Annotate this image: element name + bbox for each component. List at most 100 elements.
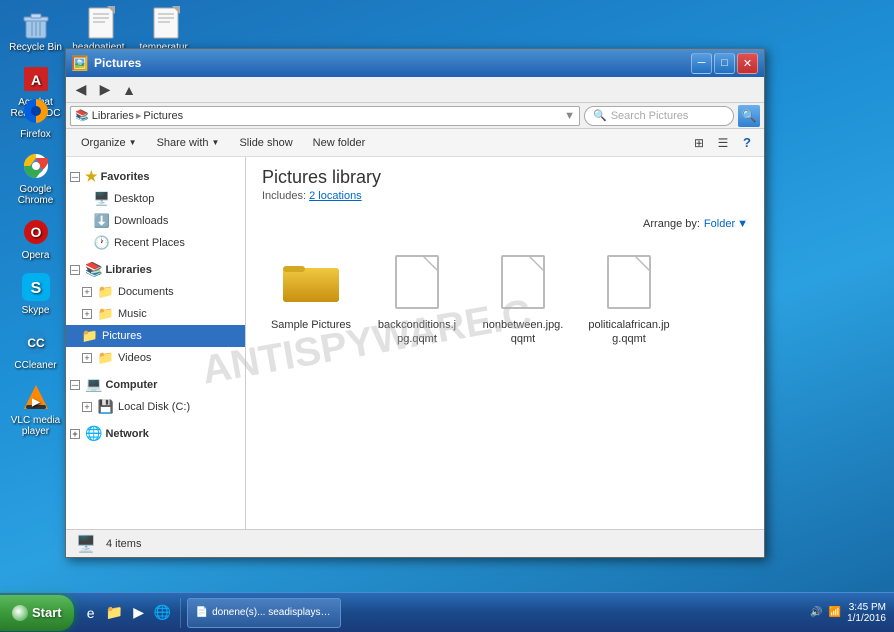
videos-item-label: Videos [118, 352, 151, 364]
navigation-toolbar: ◀ ▶ ▲ [66, 77, 764, 103]
minimize-button[interactable]: ─ [691, 53, 712, 74]
search-placeholder: Search Pictures [611, 110, 689, 122]
music-icon-sidebar: 📁 [98, 306, 114, 322]
forward-button[interactable]: ▶ [94, 79, 116, 101]
temperature-icon [152, 8, 184, 40]
search-box[interactable]: 🔍 Search Pictures [584, 106, 734, 126]
svg-text:▶: ▶ [31, 397, 41, 408]
sidebar-header-favorites[interactable]: ─ ★ Favorites [66, 165, 245, 188]
maximize-button[interactable]: □ [714, 53, 735, 74]
desktop-icon-ccleaner[interactable]: CC CCleaner [8, 326, 63, 371]
up-button[interactable]: ▲ [118, 79, 140, 101]
taskbar-folder-button[interactable]: 📁 [104, 602, 126, 624]
new-folder-button[interactable]: New folder [304, 131, 375, 155]
arrange-by-section: Arrange by: Folder ▼ [262, 218, 748, 230]
documents-expand-icon: + [82, 287, 92, 297]
taskbar-chrome-button[interactable]: 🌐 [152, 602, 174, 624]
libraries-collapse-icon: ─ [70, 265, 80, 275]
file-grid: Sample Pictures backconditions.jpg.qqmt [262, 242, 748, 355]
file-name-politicalafrican: politicalafrican.jpg.qqmt [588, 318, 670, 347]
sidebar-item-documents[interactable]: + 📁 Documents [66, 281, 245, 303]
help-button[interactable]: ? [736, 132, 758, 154]
slide-show-label: Slide show [239, 137, 292, 149]
local-disk-expand-icon: + [82, 402, 92, 412]
desktop-icon-chrome[interactable]: Google Chrome [8, 150, 63, 206]
sidebar-header-network[interactable]: + 🌐 Network [66, 422, 245, 445]
library-locations-link[interactable]: 2 locations [309, 190, 362, 202]
file-item-politicalafrican[interactable]: politicalafrican.jpg.qqmt [584, 246, 674, 351]
view-buttons: ⊞ ☰ ? [688, 132, 758, 154]
favorites-label: Favorites [101, 171, 150, 183]
videos-expand-icon: + [82, 353, 92, 363]
sidebar-header-libraries[interactable]: ─ 📚 Libraries [66, 258, 245, 281]
desktop-icon-vlc[interactable]: ▶ VLC media player [8, 381, 63, 437]
music-item-label: Music [118, 308, 147, 320]
sidebar-item-desktop[interactable]: 🖥️ Desktop [66, 188, 245, 210]
desktop-icon-recycle-bin[interactable]: Recycle Bin [8, 8, 63, 53]
sidebar-item-music[interactable]: + 📁 Music [66, 303, 245, 325]
folder-icon-sample-pictures [279, 250, 343, 314]
local-disk-item-label: Local Disk (C:) [118, 401, 190, 413]
file-item-backconditions[interactable]: backconditions.jpg.qqmt [372, 246, 462, 351]
sidebar-item-downloads[interactable]: ⬇️ Downloads [66, 210, 245, 232]
view-list-button[interactable]: ☰ [712, 132, 734, 154]
taskbar-ie-button[interactable]: e [80, 602, 102, 624]
search-submit-button[interactable]: 🔍 [738, 105, 760, 127]
file-area: Pictures library Includes: 2 locations A… [246, 157, 764, 529]
organize-button[interactable]: Organize ▼ [72, 131, 146, 155]
favorites-star-icon: ★ [85, 168, 98, 185]
taskbar-quick-launch: e 📁 ▶ 🌐 [76, 602, 178, 624]
recent-places-item-label: Recent Places [114, 237, 185, 249]
organize-arrow-icon: ▼ [129, 138, 137, 147]
menu-toolbar: Organize ▼ Share with ▼ Slide show New f… [66, 129, 764, 157]
pictures-icon-sidebar: 📁 [82, 328, 98, 344]
file-icon-politicalafrican [597, 250, 661, 314]
desktop-icon-opera[interactable]: O Opera [8, 216, 63, 261]
skype-icon: S [20, 271, 52, 303]
sidebar: ─ ★ Favorites 🖥️ Desktop ⬇️ Downloads 🕐 [66, 157, 246, 529]
address-path-box[interactable]: 📚 Libraries ▸ Pictures ▼ [70, 106, 580, 126]
library-includes: Includes: 2 locations [262, 190, 748, 202]
view-toggle-button[interactable]: ⊞ [688, 132, 710, 154]
tray-icon-2: 📶 [829, 607, 841, 618]
sidebar-item-local-disk[interactable]: + 💾 Local Disk (C:) [66, 396, 245, 418]
taskbar-window-item[interactable]: 📄 donene(s)... seadisplays.j... [187, 598, 341, 628]
address-dropdown-icon[interactable]: ▼ [564, 110, 575, 122]
favorites-collapse-icon: ─ [70, 172, 80, 182]
desktop-icon-firefox[interactable]: Firefox [8, 95, 63, 140]
sidebar-section-libraries: ─ 📚 Libraries + 📁 Documents + 📁 Music [66, 258, 245, 369]
vlc-label: VLC media player [8, 415, 63, 437]
file-item-nonbetween[interactable]: nonbetween.jpg.qqmt [478, 246, 568, 351]
share-with-button[interactable]: Share with ▼ [148, 131, 229, 155]
desktop-icons-row1: headpatient... temperatur... [75, 8, 195, 53]
taskbar-windows: 📄 donene(s)... seadisplays.j... [183, 598, 801, 628]
back-button[interactable]: ◀ [70, 79, 92, 101]
sidebar-header-computer[interactable]: ─ 💻 Computer [66, 373, 245, 396]
local-disk-icon-sidebar: 💾 [98, 399, 114, 415]
libraries-icon: 📚 [85, 261, 102, 278]
tray-icon-1: 🔊 [810, 607, 822, 618]
sidebar-section-computer: ─ 💻 Computer + 💾 Local Disk (C:) [66, 373, 245, 418]
desktop-icon-skype[interactable]: S Skype [8, 271, 63, 316]
file-icon-backconditions [385, 250, 449, 314]
taskbar-window-label: donene(s)... seadisplays.j... [212, 607, 332, 618]
desktop-icons-column2: Firefox Google Chrome O [8, 95, 63, 437]
organize-label: Organize [81, 137, 126, 149]
taskbar: Start e 📁 ▶ 🌐 📄 donene(s)... seadisplays… [0, 592, 894, 632]
desktop-icon-headpatient[interactable]: headpatient... [75, 8, 130, 53]
explorer-window: 🖼️ Pictures ─ □ ✕ ◀ ▶ ▲ 📚 Libraries ▸ Pi… [65, 48, 765, 558]
window-titlebar: 🖼️ Pictures ─ □ ✕ [66, 49, 764, 77]
taskbar-wmp-button[interactable]: ▶ [128, 602, 150, 624]
sidebar-item-videos[interactable]: + 📁 Videos [66, 347, 245, 369]
sidebar-item-pictures[interactable]: 📁 Pictures [66, 325, 245, 347]
desktop-icon-temperature[interactable]: temperatur... [140, 8, 195, 53]
arrange-by-dropdown[interactable]: Folder ▼ [704, 218, 748, 230]
search-icon: 🔍 [593, 109, 607, 122]
start-button[interactable]: Start [0, 595, 74, 631]
file-item-sample-pictures[interactable]: Sample Pictures [266, 246, 356, 351]
chrome-label: Google Chrome [8, 184, 63, 206]
desktop-icon-sidebar: 🖥️ [94, 191, 110, 207]
sidebar-item-recent-places[interactable]: 🕐 Recent Places [66, 232, 245, 254]
close-button[interactable]: ✕ [737, 53, 758, 74]
slide-show-button[interactable]: Slide show [230, 131, 301, 155]
